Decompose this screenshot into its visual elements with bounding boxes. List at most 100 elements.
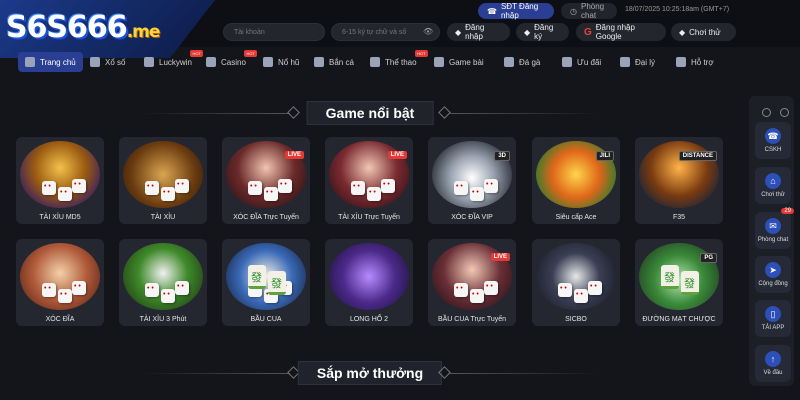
game-tag: DISTANCE [678, 151, 717, 161]
nav-item-label: Bắn cá [329, 57, 354, 67]
game-thumbnail [20, 243, 100, 310]
game-label: SICBO [565, 316, 587, 323]
nav-item-label: Đại lý [635, 57, 656, 67]
dice-icon [484, 281, 498, 295]
nav-item-1[interactable]: Xổ số [83, 52, 132, 72]
sdt-login-button[interactable]: ☎ SĐT Đăng nhập [478, 2, 554, 20]
game-label: LONG HỔ 2 [349, 316, 389, 323]
nav-item-6[interactable]: Thể thao HOT [363, 50, 428, 72]
dice-icon [454, 181, 468, 195]
gamepad-icon: ⌂ [765, 173, 781, 189]
nav-item-5[interactable]: Bắn cá [307, 52, 361, 72]
username-input[interactable]: Tài khoản [223, 23, 325, 41]
google-login-button[interactable]: G Đăng nhập Google [576, 23, 666, 41]
nav-item-7[interactable]: Game bài [427, 52, 491, 72]
nav-item-2[interactable]: Luckywin HOT [137, 50, 203, 72]
game-label: BẦU CUA [250, 316, 282, 323]
game-card[interactable]: 3D XÓC ĐĨA VIP [428, 137, 516, 224]
game-label: BẦU CUA Trực Tuyến [437, 316, 507, 323]
game-card[interactable]: LIVE XÓC ĐĨA Trực Tuyến [222, 137, 310, 224]
sidebar-headset-button[interactable]: ☎ CSKH [755, 122, 791, 159]
casino-icon [206, 57, 216, 67]
game-label: ĐƯỜNG MẠT CHƯỢC [642, 316, 716, 323]
game-card[interactable]: PG ĐƯỜNG MẠT CHƯỢC [635, 239, 723, 326]
dice-icon [484, 179, 498, 193]
game-thumbnail [226, 243, 306, 310]
game-card[interactable]: DISTANCE F35 [635, 137, 723, 224]
hot-badge: HOT [415, 50, 428, 57]
game-card[interactable]: TÀI XỈU [119, 137, 207, 224]
sidebar-gamepad-button[interactable]: ⌂ Chơi thử [755, 167, 791, 204]
game-card[interactable]: BẦU CUA [222, 239, 310, 326]
toggle-dot[interactable] [780, 108, 789, 117]
nav-item-9[interactable]: Ưu đãi [555, 52, 608, 72]
dice-icon [470, 187, 484, 201]
toggle-dot[interactable] [762, 108, 771, 117]
eye-icon[interactable]: 👁 [423, 27, 433, 37]
game-card[interactable]: LONG HỔ 2 [325, 239, 413, 326]
dice-icon [42, 181, 56, 195]
game-card[interactable]: SICBO [532, 239, 620, 326]
mahjong-tile-icon [681, 271, 699, 295]
upcoming-section-header: Sắp mở thưởng [0, 361, 740, 385]
login-button[interactable]: ◆ Đăng nhập [447, 23, 510, 41]
game-card[interactable]: TÀI XỈU MD5 [16, 137, 104, 224]
sidebar-label: TẢI APP [761, 325, 785, 331]
nav-item-11[interactable]: Hỗ trợ [669, 52, 721, 72]
nav-item-10[interactable]: Đại lý [613, 52, 662, 72]
sidebar-telegram-button[interactable]: ➤ Cộng đồng [755, 256, 791, 293]
headset-icon: ☎ [765, 128, 781, 144]
mahjong-tile-icon [248, 265, 266, 289]
play-icon: ◆ [679, 27, 686, 37]
nav-item-label: Game bài [449, 57, 484, 67]
sidebar-mobile-button[interactable]: ▯ TẢI APP [755, 300, 791, 337]
password-input[interactable]: 6-15 ký tự chữ và số 👁 [331, 23, 440, 41]
dice-icon [454, 283, 468, 297]
game-label: F35 [672, 214, 686, 221]
game-card[interactable]: JILI Siêu cấp Ace [532, 137, 620, 224]
chat-room-button[interactable]: ◷ Phòng chat [561, 2, 617, 20]
game-card[interactable]: TÀI XỈU 3 Phút [119, 239, 207, 326]
login-icon: ◆ [455, 27, 462, 37]
game-thumbnail [329, 243, 409, 310]
luckywin-icon [144, 57, 154, 67]
dice-icon [161, 187, 175, 201]
game-label: TÀI XỈU 3 Phút [139, 316, 187, 323]
dice-icon [145, 283, 159, 297]
sidebar-arrow-up-button[interactable]: ↑ Về đầu [755, 345, 791, 382]
support-icon [676, 57, 686, 67]
dice-icon [58, 289, 72, 303]
mahjong-tile-icon [661, 265, 679, 289]
nav-item-0[interactable]: Trang chủ [18, 52, 83, 72]
sidebar-label: CSKH [764, 147, 782, 153]
game-card[interactable]: LIVE BẦU CUA Trực Tuyến [428, 239, 516, 326]
dice-icon [381, 179, 395, 193]
main-nav: Trang chủ Xổ số Luckywin HOT Casino HOT Nổ hũ B… [0, 47, 740, 75]
dice-icon [175, 281, 189, 295]
slots-icon [263, 57, 273, 67]
site-logo[interactable]: S6S666.me [6, 10, 160, 45]
nav-item-3[interactable]: Casino HOT [199, 50, 257, 72]
register-button[interactable]: ◆ Đăng ký [516, 23, 569, 41]
nav-item-8[interactable]: Đá gà [497, 52, 547, 72]
game-card[interactable]: XÓC ĐĨA [16, 239, 104, 326]
nav-item-4[interactable]: Nổ hũ [256, 52, 306, 72]
nav-item-label: Nổ hũ [278, 57, 300, 67]
chat-room-label: Phòng chat [580, 2, 605, 20]
dice-icon [145, 181, 159, 195]
game-label: TÀI XỈU Trực Tuyến [338, 214, 400, 221]
nav-item-label: Casino [221, 57, 246, 67]
sidebar-chat-button[interactable]: ✉ Phòng chat 29 [755, 208, 794, 249]
phone-icon: ☎ [487, 6, 497, 16]
nav-item-label: Đá gà [519, 57, 541, 67]
dice-icon [58, 187, 72, 201]
game-card[interactable]: LIVE TÀI XỈU Trực Tuyến [325, 137, 413, 224]
game-thumbnail [123, 141, 203, 208]
clock-icon: ◷ [570, 6, 577, 16]
google-icon: G [584, 26, 592, 38]
sports-icon [370, 57, 380, 67]
game-label: XÓC ĐĨA [45, 316, 75, 323]
register-icon: ◆ [524, 27, 531, 37]
try-play-button[interactable]: ◆ Chơi thử [671, 23, 736, 41]
dice-icon [588, 281, 602, 295]
